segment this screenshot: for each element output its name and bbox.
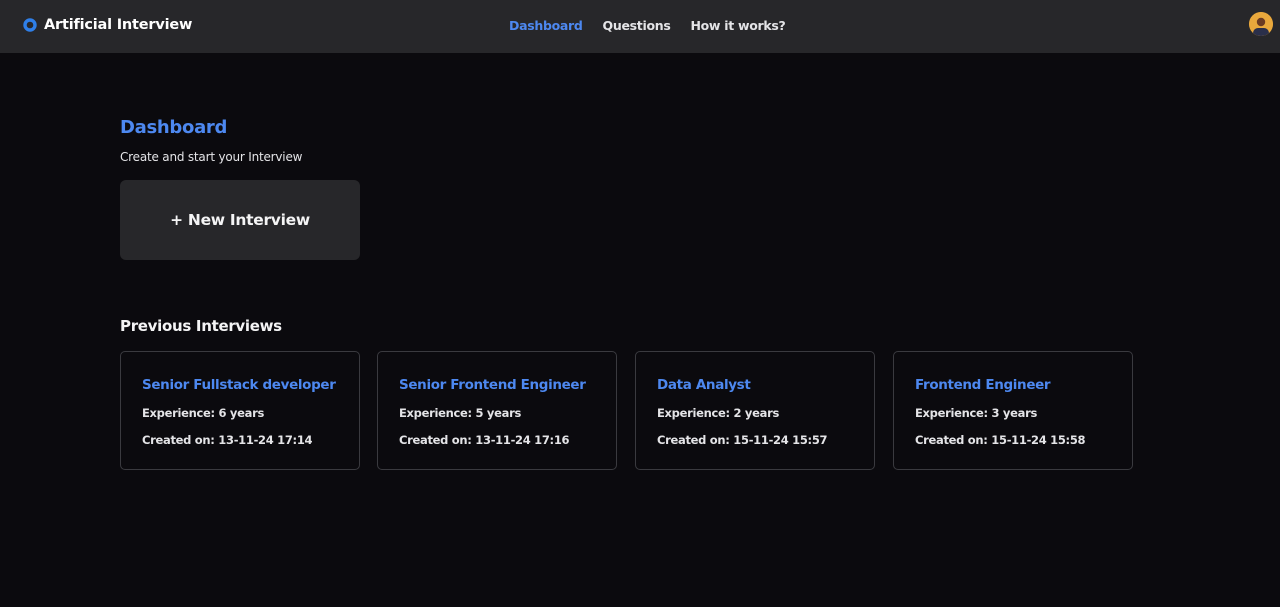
interview-cards: Senior Fullstack developer Experience: 6… bbox=[120, 351, 1133, 470]
interview-created: Created on: 13-11-24 17:16 bbox=[399, 433, 570, 447]
interview-card[interactable]: Senior Frontend Engineer Experience: 5 y… bbox=[377, 351, 617, 470]
brand[interactable]: Artificial Interview bbox=[23, 17, 192, 33]
new-interview-button[interactable]: + New Interview bbox=[120, 180, 360, 260]
nav-dashboard[interactable]: Dashboard bbox=[509, 18, 583, 33]
nav-menu: Dashboard Questions How it works? bbox=[509, 18, 786, 33]
interview-card[interactable]: Frontend Engineer Experience: 3 years Cr… bbox=[893, 351, 1133, 470]
brand-title: Artificial Interview bbox=[44, 17, 193, 33]
logo-ring-icon bbox=[23, 18, 37, 32]
previous-interviews-heading: Previous Interviews bbox=[120, 317, 282, 335]
nav-questions[interactable]: Questions bbox=[603, 18, 671, 33]
interview-created: Created on: 15-11-24 15:57 bbox=[657, 433, 828, 447]
interview-experience: Experience: 6 years bbox=[142, 406, 265, 420]
interview-title: Frontend Engineer bbox=[915, 377, 1051, 393]
nav-how-it-works[interactable]: How it works? bbox=[690, 18, 785, 33]
page-title: Dashboard bbox=[120, 117, 228, 138]
user-avatar[interactable] bbox=[1249, 12, 1273, 36]
interview-experience: Experience: 2 years bbox=[657, 406, 780, 420]
page-subtitle: Create and start your Interview bbox=[120, 150, 303, 164]
interview-card[interactable]: Data Analyst Experience: 2 years Created… bbox=[635, 351, 875, 470]
interview-experience: Experience: 3 years bbox=[915, 406, 1038, 420]
interview-title: Senior Fullstack developer bbox=[142, 377, 336, 393]
interview-card[interactable]: Senior Fullstack developer Experience: 6… bbox=[120, 351, 360, 470]
interview-created: Created on: 15-11-24 15:58 bbox=[915, 433, 1086, 447]
interview-title: Senior Frontend Engineer bbox=[399, 377, 586, 393]
avatar-icon bbox=[1249, 12, 1273, 36]
interview-experience: Experience: 5 years bbox=[399, 406, 522, 420]
interview-created: Created on: 13-11-24 17:14 bbox=[142, 433, 313, 447]
interview-title: Data Analyst bbox=[657, 377, 751, 393]
top-navbar: Artificial Interview Dashboard Questions… bbox=[0, 0, 1280, 53]
